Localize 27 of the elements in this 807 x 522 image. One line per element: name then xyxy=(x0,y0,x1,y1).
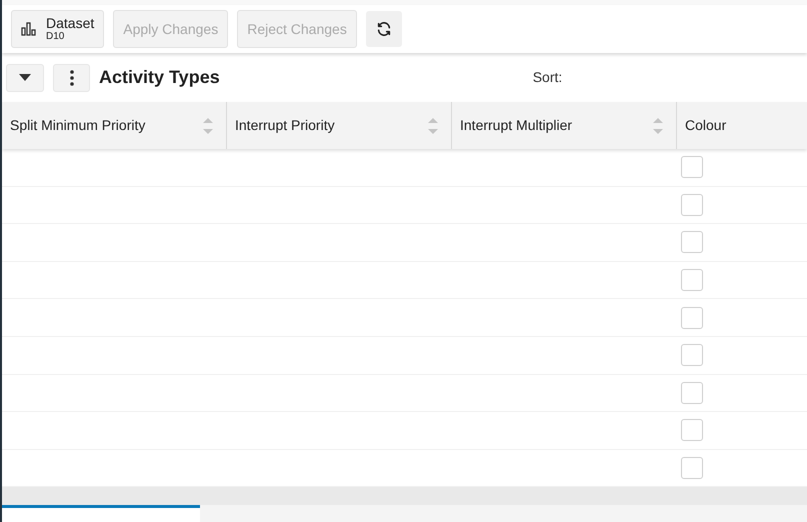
dropdown-button[interactable] xyxy=(6,64,44,92)
refresh-button[interactable] xyxy=(366,11,402,47)
colour-checkbox[interactable] xyxy=(681,231,703,254)
more-options-button[interactable] xyxy=(53,64,90,92)
colour-checkbox[interactable] xyxy=(681,419,703,442)
column-header[interactable]: Interrupt Multiplier xyxy=(452,102,677,149)
caret-down-icon xyxy=(19,74,31,81)
colour-checkbox[interactable] xyxy=(681,344,703,366)
horizontal-scrollbar[interactable] xyxy=(2,487,807,506)
bar-chart-icon xyxy=(21,22,38,36)
colour-checkbox[interactable] xyxy=(681,156,703,178)
column-header[interactable]: Interrupt Priority xyxy=(227,102,452,149)
colour-checkbox[interactable] xyxy=(681,269,703,292)
colour-checkbox[interactable] xyxy=(681,457,703,480)
sort-label: Sort: xyxy=(532,68,562,87)
colour-checkbox[interactable] xyxy=(681,382,703,404)
refresh-icon xyxy=(376,21,392,37)
column-header[interactable]: Split Minimum Priority xyxy=(2,102,227,149)
colour-checkbox[interactable] xyxy=(681,194,703,216)
colour-checkbox[interactable] xyxy=(681,306,703,329)
dataset-button[interactable]: Dataset D10 xyxy=(11,10,104,48)
dataset-label: Dataset xyxy=(46,16,94,30)
dataset-id: D10 xyxy=(46,32,64,42)
vertical-dots-icon xyxy=(70,70,74,86)
column-header[interactable]: Colour xyxy=(677,102,807,149)
active-tab[interactable] xyxy=(2,505,200,522)
panel-title: Activity Types xyxy=(99,66,220,89)
